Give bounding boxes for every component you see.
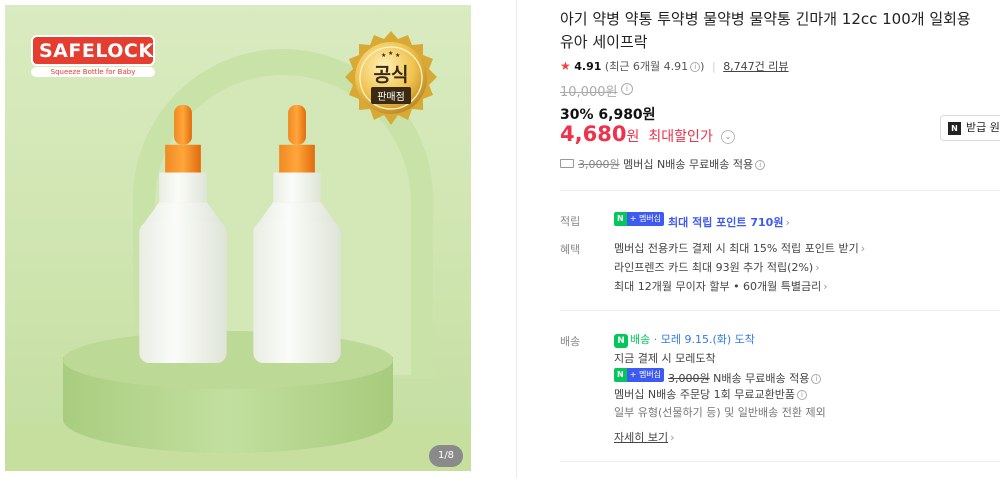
product-main-image[interactable]: SAFELOCK Squeeze Bottle for Baby ★ ★ ★ 공… xyxy=(5,5,471,471)
seal-text-store: 판매점 xyxy=(371,87,411,104)
rating-score: 4.91 xyxy=(574,60,602,73)
rating-row: ★ 4.91 (최근 6개월 4.91 i) | 8,747건 리뷰 xyxy=(560,59,789,73)
svg-text:★: ★ xyxy=(395,52,400,59)
points-label: 적립 xyxy=(560,215,581,228)
chevron-right-icon: › xyxy=(860,242,866,255)
see-more-row[interactable]: 자세히 보기 › xyxy=(614,429,675,445)
discount-percent: 30% xyxy=(560,107,594,123)
info-icon[interactable]: i xyxy=(797,390,808,400)
n-delivery-icon: N xyxy=(614,334,628,348)
product-gallery: SAFELOCK Squeeze Bottle for Baby ★ ★ ★ 공… xyxy=(0,0,516,478)
seal-text-official: 공식 xyxy=(373,64,409,86)
brand-logo-text: SAFELOCK xyxy=(31,35,155,66)
chevron-right-icon: › xyxy=(785,216,790,229)
see-more-link[interactable]: 자세히 보기 xyxy=(614,431,668,444)
product-title: 아기 약병 약통 투약병 물약병 물약통 긴마개 12cc 100개 일회용 유… xyxy=(560,8,1000,54)
exchange-row: 멤버십 N배송 주문당 1회 무료교환반품 i xyxy=(614,386,808,402)
image-counter: 1/8 xyxy=(429,445,463,467)
review-count-link[interactable]: 8,747건 리뷰 xyxy=(723,60,788,73)
shipping-fee-row: 3,000원 멤버십 N배송 무료배송 적용 i xyxy=(560,156,766,172)
section-divider xyxy=(560,310,1000,311)
perk-text: 라인프렌즈 카드 최대 93원 추가 적립(2%) xyxy=(614,261,814,274)
svg-text:★: ★ xyxy=(381,52,386,59)
divider-bar: | xyxy=(711,60,716,73)
product-title-line2: 유아 세이프락 xyxy=(560,33,648,51)
section-divider xyxy=(560,190,1000,191)
star-icon: ★ xyxy=(560,59,571,73)
perk-text: 최대 12개월 무이자 할부 • 60개월 특별금리 xyxy=(614,280,822,293)
exchange-note: 멤버십 N배송 주문당 1회 무료교환반품 xyxy=(614,388,796,401)
official-store-seal: ★ ★ ★ 공식 판매점 xyxy=(341,29,441,129)
medicine-bottle-image xyxy=(253,105,341,364)
coupon-button-label: 받급 원 xyxy=(966,121,1000,134)
perk-item[interactable]: 최대 12개월 무이자 할부 • 60개월 특별금리 › xyxy=(614,278,828,294)
svg-text:★: ★ xyxy=(388,50,393,57)
delivery-fee-struck: 3,000원 xyxy=(668,372,710,385)
info-icon[interactable]: i xyxy=(811,374,822,384)
truck-icon xyxy=(560,159,574,168)
arrival-date: 모레 9.15.(화) 도착 xyxy=(660,333,755,346)
membership-badge: N + 멤버십 xyxy=(614,368,665,382)
brand-tagline: Squeeze Bottle for Baby xyxy=(31,67,155,77)
chevron-right-icon: › xyxy=(823,280,828,293)
pay-now-note: 지금 결제 시 모레도착 xyxy=(614,352,716,365)
product-info-panel: 아기 약병 약통 투약병 물약병 물약통 긴마개 12cc 100개 일회용 유… xyxy=(516,0,1000,478)
original-price: 10,000원 xyxy=(560,85,618,100)
naver-n-icon: N xyxy=(948,122,961,135)
exclusion-note: 일부 유형(선물하기 등) 및 일반배송 전환 제외 xyxy=(614,406,826,419)
brand-logo: SAFELOCK Squeeze Bottle for Baby xyxy=(31,35,155,77)
product-page: SAFELOCK Squeeze Bottle for Baby ★ ★ ★ 공… xyxy=(0,0,1000,478)
delivery-label: 배송 xyxy=(560,335,581,348)
section-divider xyxy=(560,461,1000,462)
max-discount-price-row[interactable]: 4,680원 최대할인가 ⌄ xyxy=(560,122,735,146)
product-title-line1: 아기 약병 약통 투약병 물약병 물약통 긴마개 12cc 100개 일회용 xyxy=(560,10,971,28)
membership-badge: N + 멤버십 xyxy=(614,212,665,226)
rating-recent: (최근 6개월 4.91 xyxy=(604,60,689,73)
points-row[interactable]: N + 멤버십 최대 적립 포인트 710원 › xyxy=(614,212,790,230)
shipping-fee-struck: 3,000원 xyxy=(578,158,620,171)
medicine-bottle-image xyxy=(139,105,227,364)
chevron-right-icon: › xyxy=(670,431,675,444)
delivery-arrival-row: N 배송 · 모레 9.15.(화) 도착 xyxy=(614,331,755,348)
max-price-currency: 원 xyxy=(626,129,640,145)
max-price-number: 4,680 xyxy=(560,122,627,146)
max-points-link[interactable]: 최대 적립 포인트 710원 xyxy=(668,216,783,229)
discount-row: 30% 6,980원 xyxy=(560,104,656,124)
max-price-label: 최대할인가 xyxy=(648,129,713,145)
info-icon[interactable]: i xyxy=(755,160,766,170)
price-info-icon[interactable]: i xyxy=(621,83,633,95)
coupon-download-button[interactable]: N 받급 원 xyxy=(940,115,1000,141)
delivery-fee-row: N + 멤버십 3,000원 N배송 무료배송 적용 i xyxy=(614,368,822,386)
perk-item[interactable]: 라인프렌즈 카드 최대 93원 추가 적립(2%) › xyxy=(614,259,820,275)
discount-price: 6,980원 xyxy=(598,107,656,123)
perks-label: 혜택 xyxy=(560,243,581,256)
chevron-down-icon[interactable]: ⌄ xyxy=(720,130,735,144)
info-icon[interactable]: i xyxy=(690,62,701,72)
n-delivery-label: 배송 xyxy=(630,333,651,346)
delivery-fee-note: N배송 무료배송 적용 xyxy=(713,372,810,385)
perk-item[interactable]: 멤버십 전용카드 결제 시 최대 15% 적립 포인트 받기 › xyxy=(614,240,865,256)
shipping-note: 멤버십 N배송 무료배송 적용 xyxy=(623,158,754,171)
perk-text: 멤버십 전용카드 결제 시 최대 15% 적립 포인트 받기 xyxy=(614,242,859,255)
chevron-right-icon: › xyxy=(815,261,820,274)
